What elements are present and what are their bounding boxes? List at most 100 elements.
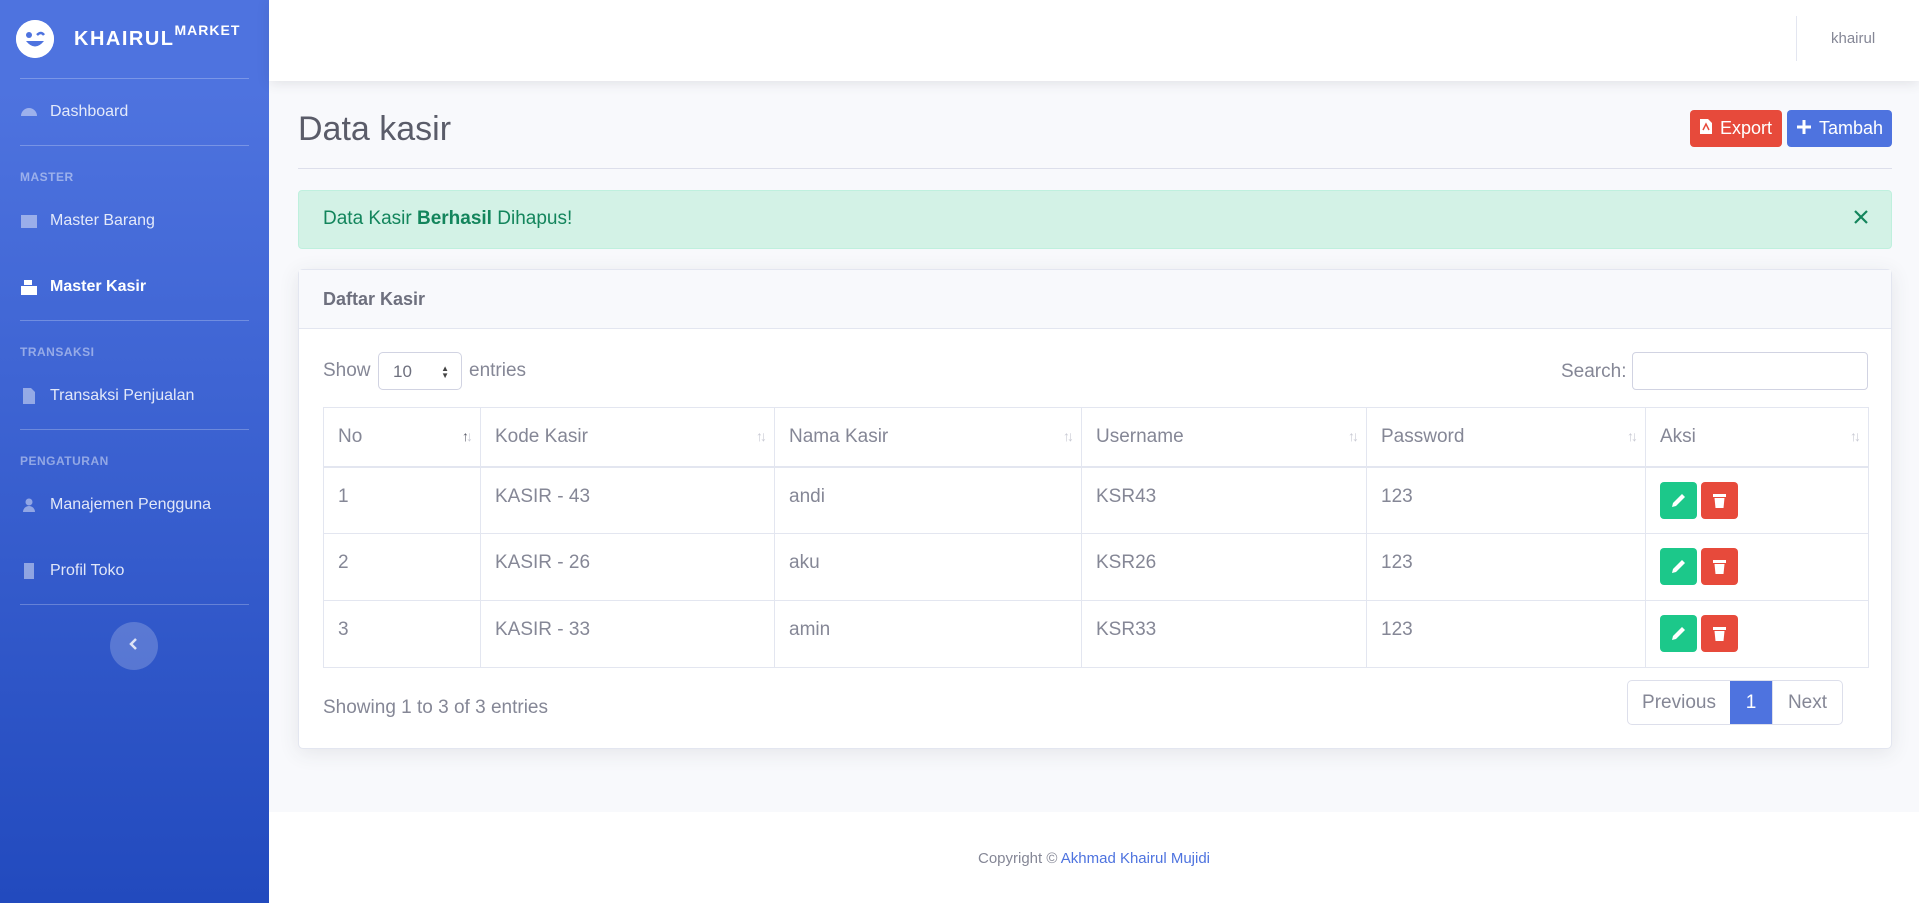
sidebar-item-transaksi-penjualan[interactable]: Transaksi Penjualan [0, 363, 269, 429]
cell-username: KSR26 [1081, 533, 1367, 601]
sort-icon: ↑↓ [462, 428, 473, 444]
cell-kode-kasir: KASIR - 33 [480, 600, 775, 668]
trash-icon [1713, 627, 1726, 641]
sort-icon: ↑↓ [1348, 428, 1359, 444]
cell-aksi [1645, 466, 1869, 534]
sidebar: KHAIRULMARKET Dashboard MASTER Master Ba… [0, 0, 269, 903]
user-dropdown[interactable]: khairul [1831, 30, 1875, 47]
pagination-page-1[interactable]: 1 [1730, 681, 1772, 724]
sidebar-item-label: Profil Toko [50, 562, 125, 579]
column-header-no[interactable]: No ↑↓ [323, 407, 481, 468]
sidebar-heading-master: MASTER [20, 170, 74, 184]
column-header-aksi[interactable]: Aksi ↑↓ [1645, 407, 1869, 468]
entries-select-value: 10 [393, 362, 412, 381]
cell-password: 123 [1366, 533, 1646, 601]
topbar-divider [1796, 16, 1797, 61]
column-header-kode-kasir[interactable]: Kode Kasir ↑↓ [480, 407, 775, 468]
trash-icon [1713, 493, 1726, 508]
pagination: Previous 1 Next [1627, 680, 1843, 725]
plus-icon [1797, 118, 1819, 139]
copyright: Copyright © Akhmad Khairul Mujidi [269, 850, 1919, 867]
sidebar-item-label: Dashboard [50, 103, 129, 120]
cell-no: 3 [323, 600, 481, 668]
header-divider [298, 168, 1892, 169]
sidebar-item-master-barang[interactable]: Master Barang [0, 188, 269, 254]
cell-aksi [1645, 533, 1869, 601]
entries-label: entries [469, 360, 527, 381]
cell-nama-kasir: aku [774, 533, 1082, 601]
delete-button[interactable] [1701, 548, 1738, 585]
laugh-wink-icon [16, 20, 54, 58]
cell-kode-kasir: KASIR - 43 [480, 466, 775, 534]
author-link[interactable]: Akhmad Khairul Mujidi [1061, 850, 1210, 867]
sidebar-item-label: Master Barang [50, 212, 155, 229]
cell-password: 123 [1366, 466, 1646, 534]
trash-icon [1713, 560, 1726, 574]
cell-kode-kasir: KASIR - 26 [480, 533, 775, 601]
delete-button[interactable] [1701, 615, 1738, 652]
sidebar-item-label: Transaksi Penjualan [50, 387, 195, 404]
search-input[interactable] [1632, 352, 1868, 390]
table-info: Showing 1 to 3 of 3 entries [323, 697, 548, 718]
card-title: Daftar Kasir [299, 270, 1891, 329]
pencil-icon [1672, 627, 1685, 640]
sort-icon: ↑↓ [1063, 428, 1074, 444]
select-caret-icon: ▲ ▼ [441, 364, 449, 380]
alert-text-bold: Berhasil [416, 208, 492, 229]
cell-username: KSR33 [1081, 600, 1367, 668]
edit-button[interactable] [1660, 615, 1697, 652]
cell-no: 2 [323, 533, 481, 601]
building-icon [20, 562, 38, 580]
sidebar-item-label: Master Kasir [50, 278, 147, 295]
cell-nama-kasir: andi [774, 466, 1082, 534]
kasir-card: Daftar Kasir Show 10 ▲ ▼ entries Search: … [298, 269, 1892, 749]
copyright-text: Copyright © [978, 850, 1058, 867]
sidebar-item-profil-toko[interactable]: Profil Toko [0, 538, 269, 604]
alert-text-prefix: Data Kasir [323, 208, 412, 229]
sidebar-heading-pengaturan: PENGATURAN [20, 454, 109, 468]
sidebar-toggle-button[interactable] [110, 622, 158, 670]
topbar: khairul [269, 0, 1919, 81]
cell-username: KSR43 [1081, 466, 1367, 534]
column-header-username[interactable]: Username ↑↓ [1081, 407, 1367, 468]
entries-select[interactable]: 10 ▲ ▼ [378, 352, 462, 390]
sidebar-item-dashboard[interactable]: Dashboard [0, 79, 269, 145]
sort-icon: ↑↓ [1627, 428, 1638, 444]
brand-link[interactable]: KHAIRULMARKET [0, 0, 269, 78]
column-header-password[interactable]: Password ↑↓ [1366, 407, 1646, 468]
sidebar-item-manajemen-pengguna[interactable]: Manajemen Pengguna [0, 472, 269, 538]
sidebar-item-master-kasir[interactable]: Master Kasir [0, 254, 269, 320]
users-icon [20, 496, 38, 514]
edit-button[interactable] [1660, 548, 1697, 585]
export-button[interactable]: Export [1690, 110, 1782, 147]
delete-button[interactable] [1701, 481, 1738, 519]
table-row: 1 KASIR - 43 andi KSR43 123 [323, 466, 1869, 534]
show-label: Show [323, 360, 371, 381]
edit-button[interactable] [1660, 481, 1697, 519]
pagination-next[interactable]: Next [1772, 681, 1842, 724]
cell-password: 123 [1366, 600, 1646, 668]
table-row: 2 KASIR - 26 aku KSR26 123 [323, 533, 1869, 601]
file-pdf-icon [1700, 118, 1720, 139]
table-header-row: No ↑↓ Kode Kasir ↑↓ Nama Kasir ↑↓ Username ↑… [323, 407, 1869, 468]
close-icon[interactable] [1853, 209, 1869, 231]
dashboard-icon [20, 103, 38, 121]
sort-icon: ↑↓ [756, 428, 767, 444]
tambah-button[interactable]: Tambah [1787, 110, 1892, 147]
tambah-label: Tambah [1819, 118, 1884, 138]
footer: Copyright © Akhmad Khairul Mujidi [269, 812, 1919, 903]
cell-aksi [1645, 600, 1869, 668]
cell-no: 1 [323, 466, 481, 534]
alert-text-suffix: Dihapus! [497, 208, 573, 229]
pencil-icon [1672, 560, 1685, 573]
brand-name: KHAIRULMARKET [74, 21, 241, 50]
column-header-nama-kasir[interactable]: Nama Kasir ↑↓ [774, 407, 1082, 468]
sidebar-item-label: Manajemen Pengguna [50, 496, 212, 513]
sidebar-heading-transaksi: TRANSAKSI [20, 345, 95, 359]
pagination-previous[interactable]: Previous [1628, 681, 1730, 724]
box-icon [20, 212, 38, 230]
table-row: 3 KASIR - 33 amin KSR33 123 [323, 600, 1869, 668]
file-icon [20, 387, 38, 405]
sidebar-divider [20, 604, 249, 605]
success-alert: Data Kasir Berhasil Dihapus! [298, 190, 1892, 249]
